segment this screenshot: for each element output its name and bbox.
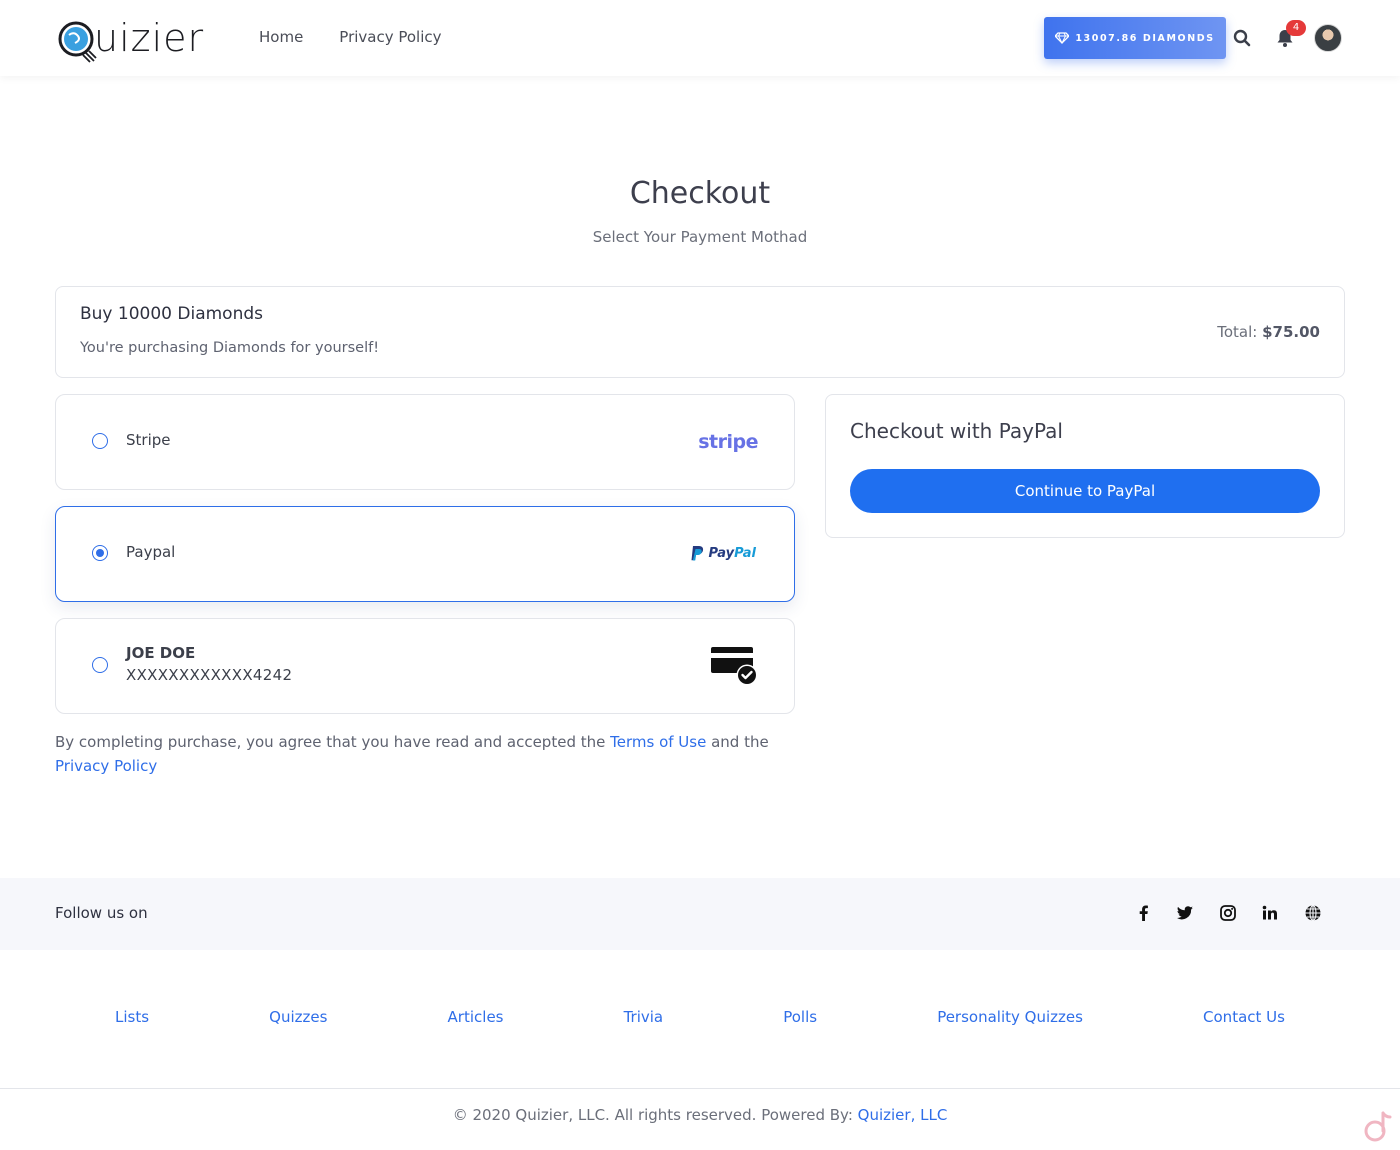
- follow-bar: Follow us on: [0, 878, 1400, 950]
- user-avatar[interactable]: [1314, 24, 1342, 52]
- card-number: XXXXXXXXXXXX4242: [126, 666, 293, 684]
- page-title: Checkout: [629, 176, 771, 211]
- order-total-value: $75.00: [1262, 323, 1320, 341]
- main-nav: Home Privacy Policy: [259, 28, 442, 46]
- credit-card-check-icon: [711, 647, 758, 686]
- paypal-p-icon: [691, 546, 703, 561]
- terms-of-use-link[interactable]: Terms of Use: [610, 733, 706, 751]
- footer-link-quizzes[interactable]: Quizzes: [269, 1008, 327, 1026]
- saved-card-radio[interactable]: [92, 657, 108, 673]
- stripe-logo: stripe: [698, 431, 758, 453]
- footer-link-lists[interactable]: Lists: [115, 1008, 149, 1026]
- card-holder-name: JOE DOE: [126, 644, 196, 662]
- diamonds-balance-button[interactable]: 13007.86 DIAMONDS: [1044, 17, 1226, 59]
- continue-to-paypal-button[interactable]: Continue to PayPal: [850, 469, 1320, 513]
- diamonds-balance-label: 13007.86 DIAMONDS: [1075, 32, 1215, 44]
- footer-links: Lists Quizzes Articles Trivia Polls Pers…: [55, 1008, 1345, 1026]
- search-icon[interactable]: [1233, 29, 1251, 47]
- footer-link-personality-quizzes[interactable]: Personality Quizzes: [937, 1008, 1083, 1026]
- footer-link-trivia[interactable]: Trivia: [624, 1008, 664, 1026]
- footer-link-polls[interactable]: Polls: [783, 1008, 817, 1026]
- paypal-logo: PayPal: [690, 545, 756, 562]
- order-total-label: Total:: [1217, 323, 1258, 341]
- follow-label: Follow us on: [55, 904, 148, 922]
- terms-middle: and the: [706, 733, 769, 751]
- payment-option-paypal[interactable]: Paypal PayPal: [55, 506, 795, 602]
- powered-by-link[interactable]: Quizier, LLC: [858, 1106, 948, 1124]
- globe-icon[interactable]: [1304, 904, 1322, 922]
- footer-divider: [0, 1088, 1400, 1089]
- notification-badge: 4: [1286, 20, 1306, 36]
- terms-notice: By completing purchase, you agree that y…: [55, 730, 795, 778]
- paypal-checkout-card: Checkout with PayPal Continue to PayPal: [825, 394, 1345, 538]
- order-title: Buy 10000 Diamonds: [80, 304, 263, 324]
- top-header: uizier Home Privacy Policy 13007.86 DIAM…: [0, 0, 1400, 76]
- terms-prefix: By completing purchase, you agree that y…: [55, 733, 611, 751]
- checkout-title: Checkout with PayPal: [850, 419, 1063, 443]
- nav-privacy-policy[interactable]: Privacy Policy: [339, 28, 441, 46]
- footer-link-contact-us[interactable]: Contact Us: [1203, 1008, 1285, 1026]
- payment-option-saved-card[interactable]: JOE DOE XXXXXXXXXXXX4242: [55, 618, 795, 714]
- page-subtitle: Select Your Payment Mothad: [592, 228, 808, 246]
- nav-home[interactable]: Home: [259, 28, 303, 46]
- linkedin-icon[interactable]: [1261, 904, 1279, 922]
- facebook-icon[interactable]: [1135, 904, 1153, 922]
- stripe-radio[interactable]: [92, 433, 108, 449]
- paypal-label: Paypal: [126, 543, 176, 561]
- logo-q-icon: [58, 19, 97, 63]
- privacy-policy-link[interactable]: Privacy Policy: [55, 757, 157, 775]
- order-total: Total: $75.00: [1217, 323, 1320, 341]
- stripe-label: Stripe: [126, 431, 171, 449]
- order-subtitle: You're purchasing Diamonds for yourself!: [80, 340, 380, 356]
- instagram-icon[interactable]: [1219, 904, 1237, 922]
- paypal-radio[interactable]: [92, 545, 108, 561]
- footer-link-articles[interactable]: Articles: [448, 1008, 504, 1026]
- quizier-logo[interactable]: uizier: [58, 14, 205, 63]
- diamond-icon: [1055, 32, 1070, 44]
- floating-widget-icon[interactable]: [1362, 1110, 1392, 1144]
- twitter-icon[interactable]: [1176, 904, 1194, 922]
- copyright-text: © 2020 Quizier, LLC. All rights reserved…: [452, 1106, 858, 1124]
- order-summary-card: Buy 10000 Diamonds You're purchasing Dia…: [55, 286, 1345, 378]
- logo-text: uizier: [94, 16, 205, 60]
- copyright: © 2020 Quizier, LLC. All rights reserved…: [0, 1106, 1400, 1124]
- payment-option-stripe[interactable]: Stripe stripe: [55, 394, 795, 490]
- paypal-wordmark: PayPal: [708, 546, 756, 561]
